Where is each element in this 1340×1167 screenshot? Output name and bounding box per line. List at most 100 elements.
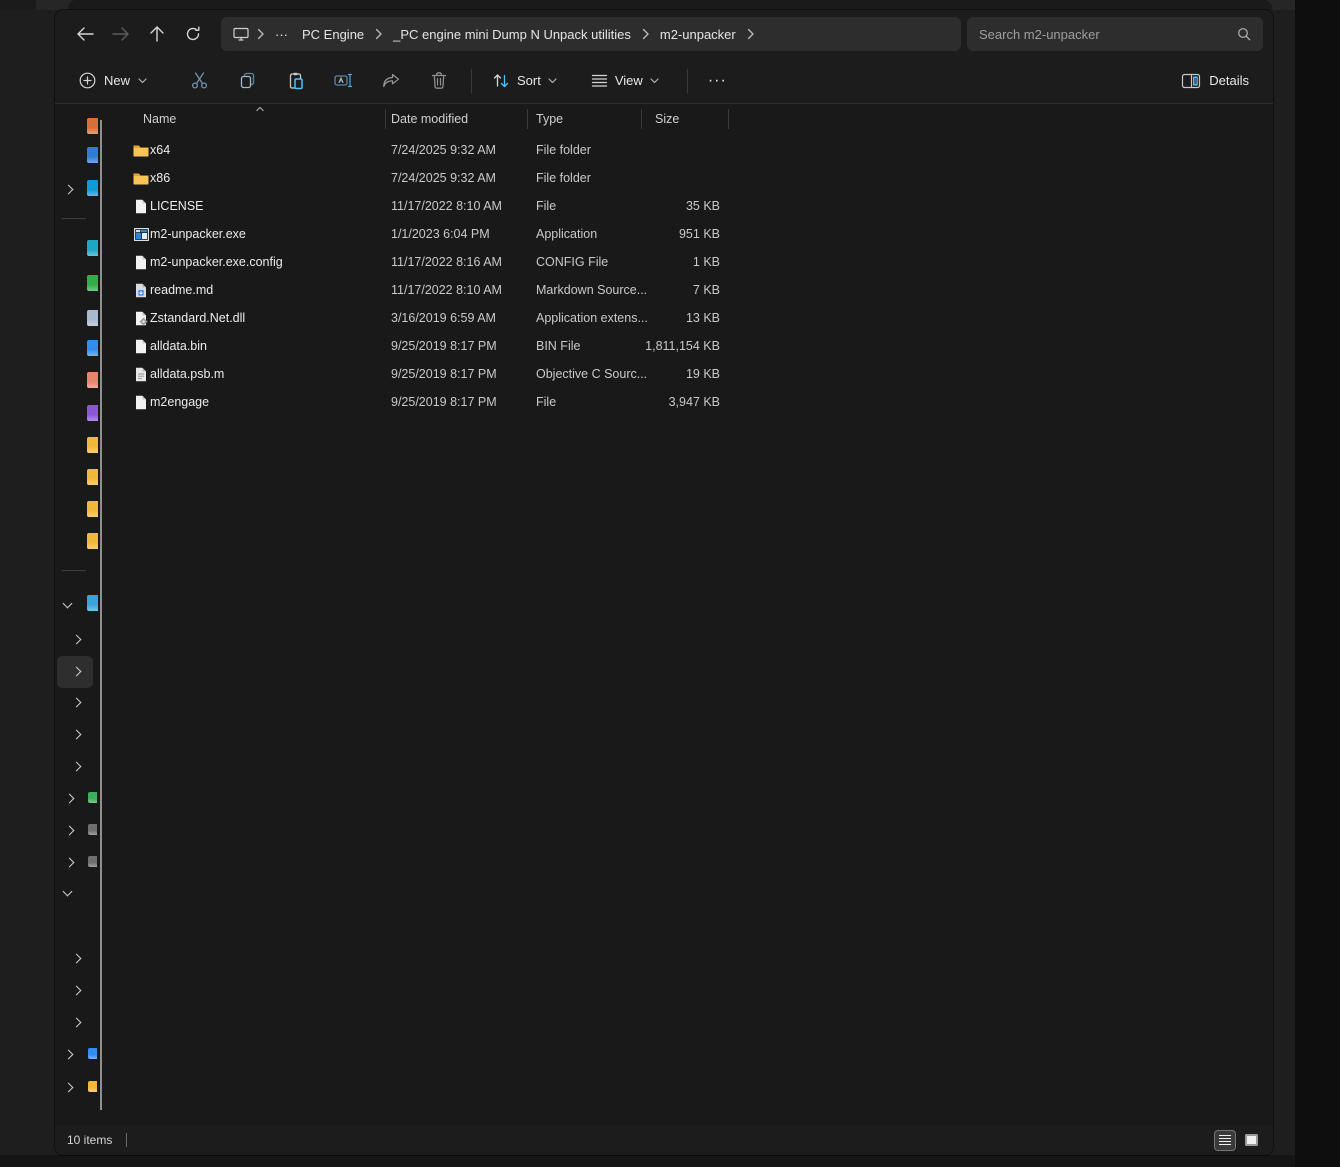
thumbnail-view-toggle[interactable] bbox=[1241, 1131, 1261, 1150]
file-row[interactable]: alldata.bin9/25/2019 8:17 PMBIN File1,81… bbox=[103, 332, 1273, 360]
breadcrumb-segment[interactable]: _PC engine mini Dump N Unpack utilities bbox=[386, 23, 638, 46]
forward-button[interactable] bbox=[103, 18, 139, 50]
cut-button[interactable] bbox=[179, 64, 219, 98]
sidebar-item-desktop[interactable] bbox=[55, 242, 100, 266]
up-button[interactable] bbox=[139, 18, 175, 50]
sidebar-item-home[interactable] bbox=[55, 120, 100, 144]
sidebar-item-pinned-folder[interactable] bbox=[55, 535, 100, 559]
sidebar-item-documents[interactable] bbox=[55, 312, 100, 336]
chevron-right-icon[interactable] bbox=[65, 826, 75, 836]
chevron-down-icon[interactable] bbox=[63, 599, 73, 609]
chevron-right-icon[interactable] bbox=[72, 698, 82, 708]
sidebar-item-drive[interactable] bbox=[55, 664, 100, 688]
column-divider[interactable] bbox=[728, 109, 729, 129]
chevron-down-icon[interactable] bbox=[63, 887, 73, 897]
sidebar-item-videos[interactable] bbox=[55, 407, 100, 431]
back-button[interactable] bbox=[67, 18, 103, 50]
chevron-right-icon[interactable] bbox=[743, 28, 758, 40]
sidebar-item-music[interactable] bbox=[55, 374, 100, 398]
search-box[interactable]: Search m2-unpacker bbox=[967, 17, 1263, 51]
sort-button[interactable]: Sort bbox=[482, 66, 567, 95]
file-size: 7 KB bbox=[600, 283, 720, 297]
chevron-right-icon[interactable] bbox=[371, 28, 386, 40]
chevron-right-icon[interactable] bbox=[72, 954, 82, 964]
breadcrumb-segment[interactable]: PC Engine bbox=[295, 23, 371, 46]
file-row[interactable]: m2engage9/25/2019 8:17 PMFile3,947 KB bbox=[103, 388, 1273, 416]
trash-icon bbox=[430, 71, 448, 90]
chevron-right-icon[interactable] bbox=[72, 1018, 82, 1028]
sidebar-item-drive[interactable] bbox=[55, 727, 100, 751]
sort-button-label: Sort bbox=[517, 73, 541, 88]
this-pc-monitor-icon[interactable] bbox=[229, 26, 253, 42]
sidebar-item-pinned-folder[interactable] bbox=[55, 503, 100, 527]
breadcrumb-overflow-button[interactable]: ··· bbox=[268, 23, 295, 46]
column-divider[interactable] bbox=[527, 109, 528, 129]
file-date-modified: 11/17/2022 8:10 AM bbox=[391, 199, 502, 213]
chevron-right-icon[interactable] bbox=[64, 1050, 74, 1060]
chevron-right-icon[interactable] bbox=[72, 635, 82, 645]
sidebar-item-onedrive-tree[interactable] bbox=[55, 1047, 100, 1071]
sidebar-item-tree-item[interactable] bbox=[55, 1015, 100, 1039]
sidebar-item-tree-item[interactable] bbox=[55, 983, 100, 1007]
chevron-right-icon[interactable] bbox=[72, 762, 82, 772]
column-header-size[interactable]: Size bbox=[655, 112, 679, 126]
column-divider[interactable] bbox=[641, 109, 642, 129]
sidebar-item-tree-item[interactable] bbox=[55, 791, 100, 815]
file-row[interactable]: LICENSE11/17/2022 8:10 AMFile35 KB bbox=[103, 192, 1273, 220]
file-row[interactable]: m2-unpacker.exe1/1/2023 6:04 PMApplicati… bbox=[103, 220, 1273, 248]
paste-button[interactable] bbox=[275, 64, 315, 98]
column-divider[interactable] bbox=[385, 109, 386, 129]
breadcrumb[interactable]: ··· PC Engine _PC engine mini Dump N Unpa… bbox=[221, 17, 961, 51]
file-row[interactable]: readme.md11/17/2022 8:10 AMMarkdown Sour… bbox=[103, 276, 1273, 304]
chevron-right-icon[interactable] bbox=[65, 858, 75, 868]
file-date-modified: 9/25/2019 8:17 PM bbox=[391, 395, 497, 409]
chevron-right-icon[interactable] bbox=[72, 986, 82, 996]
sidebar-item-tree-item[interactable] bbox=[55, 885, 100, 909]
file-row[interactable]: x867/24/2025 9:32 AMFile folder bbox=[103, 164, 1273, 192]
file-row[interactable]: m2-unpacker.exe.config11/17/2022 8:16 AM… bbox=[103, 248, 1273, 276]
chevron-right-icon[interactable] bbox=[72, 667, 82, 677]
navigation-pane-scrollbar[interactable] bbox=[100, 120, 102, 1110]
sidebar-item-drive[interactable] bbox=[55, 632, 100, 656]
share-button[interactable] bbox=[371, 64, 411, 98]
copy-button[interactable] bbox=[227, 64, 267, 98]
file-row[interactable]: x647/24/2025 9:32 AMFile folder bbox=[103, 136, 1273, 164]
refresh-button[interactable] bbox=[175, 18, 211, 50]
sidebar-item-pinned-folder[interactable] bbox=[55, 439, 100, 463]
delete-button[interactable] bbox=[419, 64, 459, 98]
sidebar-item-drive[interactable] bbox=[55, 695, 100, 719]
file-row[interactable]: Zstandard.Net.dll3/16/2019 6:59 AMApplic… bbox=[103, 304, 1273, 332]
sidebar-item-tree-item[interactable] bbox=[55, 855, 100, 879]
sidebar-item-drive[interactable] bbox=[55, 759, 100, 783]
breadcrumb-segment[interactable]: m2-unpacker bbox=[653, 23, 743, 46]
see-more-button[interactable]: ··· bbox=[698, 66, 737, 96]
file-date-modified: 7/24/2025 9:32 AM bbox=[391, 171, 496, 185]
sidebar-item-this-pc[interactable] bbox=[55, 597, 100, 621]
column-header-name[interactable]: Name bbox=[143, 112, 176, 126]
sidebar-item-pictures[interactable] bbox=[55, 342, 100, 366]
sidebar-item-pinned-folder[interactable] bbox=[55, 471, 100, 495]
sidebar-item-folder-tree[interactable] bbox=[55, 1080, 100, 1104]
file-icon bbox=[133, 394, 149, 410]
file-row[interactable]: alldata.psb.m9/25/2019 8:17 PMObjective … bbox=[103, 360, 1273, 388]
chevron-right-icon[interactable] bbox=[65, 794, 75, 804]
details-view-toggle[interactable] bbox=[1215, 1131, 1235, 1150]
sidebar-item-tree-item[interactable] bbox=[55, 823, 100, 847]
column-header-date[interactable]: Date modified bbox=[391, 112, 468, 126]
rename-button[interactable] bbox=[323, 64, 363, 98]
new-button[interactable]: New bbox=[69, 66, 157, 95]
sidebar-item-downloads[interactable] bbox=[55, 277, 100, 301]
view-button[interactable]: View bbox=[581, 67, 669, 94]
chevron-right-icon[interactable] bbox=[638, 28, 653, 40]
chevron-right-icon[interactable] bbox=[64, 185, 74, 195]
chevron-right-icon[interactable] bbox=[64, 1083, 74, 1093]
chevron-right-icon[interactable] bbox=[72, 730, 82, 740]
sidebar-item-gallery[interactable] bbox=[55, 149, 100, 173]
search-icon[interactable] bbox=[1237, 27, 1251, 41]
sidebar-item-onedrive[interactable] bbox=[55, 182, 100, 206]
column-header-type[interactable]: Type bbox=[536, 112, 563, 126]
file-date-modified: 9/25/2019 8:17 PM bbox=[391, 367, 497, 381]
sidebar-item-tree-item[interactable] bbox=[55, 951, 100, 975]
details-pane-button[interactable]: Details bbox=[1171, 67, 1259, 95]
tree-item-icon bbox=[88, 792, 97, 803]
